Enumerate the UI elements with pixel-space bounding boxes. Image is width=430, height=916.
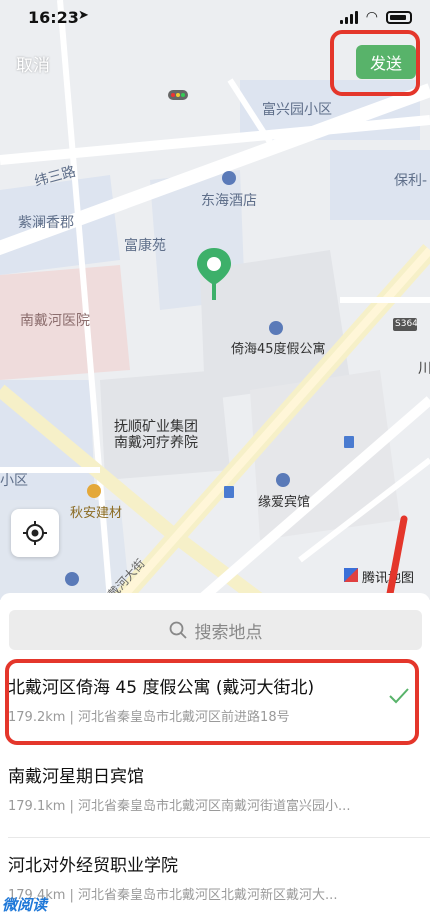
map-label-zilan: 紫澜香郡: [18, 215, 74, 231]
map-label-baoli: 保利-: [394, 173, 428, 189]
map-label-yihai: 倚海45度假公寓: [231, 342, 326, 357]
cancel-button[interactable]: 取消: [16, 51, 50, 76]
map-label-chuan: 川: [418, 361, 430, 377]
result-item[interactable]: 河北对外经贸职业学院 179.4km | 河北省秦皇岛市北戴河区北戴河新区戴河大…: [0, 839, 430, 916]
map-label-fushun-2: 南戴河疗养院: [114, 435, 198, 451]
map-label-hospital: 南戴河医院: [20, 313, 90, 329]
map-label-xiaoqu: 小区: [0, 473, 28, 489]
bottom-sheet: 搜索地点 北戴河区倚海 45 度假公寓 (戴河大街北) 179.2km | 河北…: [0, 593, 430, 916]
map-label-fukang: 富康苑: [124, 238, 166, 254]
search-placeholder: 搜索地点: [194, 622, 263, 643]
result-address: 179.1km | 河北省秦皇岛市北戴河区南戴河街道富兴园小...: [8, 799, 351, 814]
map-label-yuanai: 缘爱宾馆: [258, 495, 311, 510]
divider: [8, 837, 430, 838]
map-label-donghai: 东海酒店: [201, 193, 257, 209]
location-arrow-icon: ➤: [78, 8, 89, 23]
selection-highlight-box: [5, 659, 419, 745]
result-address: 179.4km | 河北省秦皇岛市北戴河区北戴河新区戴河大...: [8, 888, 338, 903]
signal-icon: [339, 10, 358, 24]
map-label-qiuan: 秋安建材: [70, 506, 123, 521]
map-label-fuxingyuan: 富兴园小区: [262, 102, 332, 118]
result-name: 河北对外经贸职业学院: [8, 856, 178, 876]
status-bar: 16:23 ➤ ◠: [0, 0, 430, 34]
wifi-icon: ◠: [365, 9, 378, 25]
search-icon: [169, 621, 187, 639]
map-label-s364: S364: [395, 319, 418, 329]
search-input[interactable]: 搜索地点: [9, 610, 422, 650]
locate-button[interactable]: [11, 509, 59, 557]
status-time: 16:23: [28, 8, 79, 27]
battery-icon: [386, 10, 412, 24]
result-item[interactable]: 南戴河星期日宾馆 179.1km | 河北省秦皇岛市北戴河区南戴河街道富兴园小.…: [0, 750, 430, 838]
send-button[interactable]: 发送: [356, 45, 416, 79]
crosshair-icon: [23, 521, 47, 545]
result-name: 南戴河星期日宾馆: [8, 767, 144, 787]
watermark: 微阅读: [2, 896, 48, 914]
